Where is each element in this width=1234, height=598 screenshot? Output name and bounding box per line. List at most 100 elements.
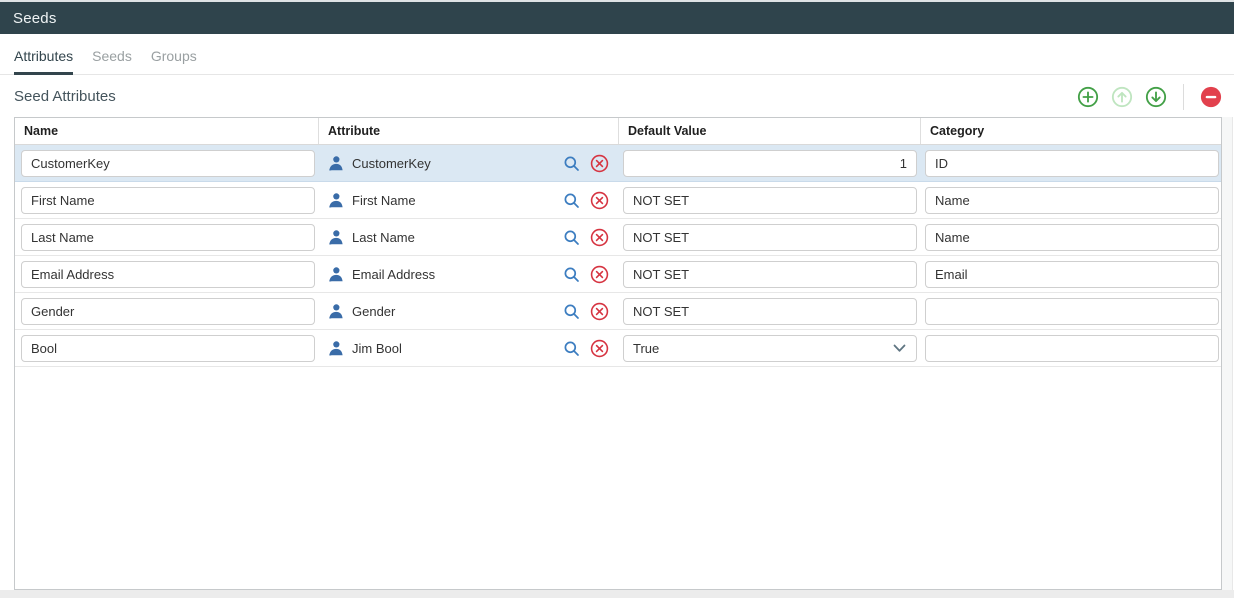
attribute-cell: Gender bbox=[319, 293, 619, 329]
category-input[interactable] bbox=[925, 187, 1219, 214]
column-header-category: Category bbox=[921, 118, 1221, 144]
table-row[interactable]: Gender bbox=[15, 293, 1221, 330]
attribute-label: Gender bbox=[352, 304, 395, 319]
attribute-label: First Name bbox=[352, 193, 416, 208]
add-attribute-button[interactable] bbox=[1077, 86, 1099, 108]
attributes-toolbar bbox=[1077, 84, 1222, 110]
default-value-select[interactable]: True bbox=[623, 335, 917, 362]
table-row[interactable]: First Name bbox=[15, 182, 1221, 219]
toolbar-divider bbox=[1183, 84, 1184, 110]
attribute-cell: Jim Bool bbox=[319, 330, 619, 366]
scrollbar-gutter[interactable] bbox=[1222, 117, 1233, 590]
tab-groups[interactable]: Groups bbox=[151, 48, 197, 75]
window-titlebar: Seeds bbox=[0, 2, 1234, 34]
chevron-down-icon bbox=[893, 344, 906, 353]
category-input[interactable] bbox=[925, 298, 1219, 325]
attribute-cell: CustomerKey bbox=[319, 145, 619, 181]
remove-circle-icon bbox=[1200, 86, 1222, 108]
clear-attribute-button[interactable] bbox=[590, 339, 609, 358]
tab-attributes[interactable]: Attributes bbox=[14, 48, 73, 75]
search-icon bbox=[562, 265, 581, 284]
add-circle-icon bbox=[1077, 86, 1099, 108]
attribute-label: CustomerKey bbox=[352, 156, 431, 171]
name-cell bbox=[15, 330, 319, 366]
section-bar: Seed Attributes bbox=[0, 75, 1234, 115]
search-icon bbox=[562, 191, 581, 210]
category-cell bbox=[921, 256, 1221, 292]
default-value-input[interactable] bbox=[623, 224, 917, 251]
attribute-name-input[interactable] bbox=[21, 261, 315, 288]
search-attribute-button[interactable] bbox=[562, 302, 581, 321]
search-attribute-button[interactable] bbox=[562, 191, 581, 210]
move-down-button[interactable] bbox=[1145, 86, 1167, 108]
category-input[interactable] bbox=[925, 261, 1219, 288]
section-title: Seed Attributes bbox=[14, 88, 116, 105]
name-cell bbox=[15, 182, 319, 218]
person-icon bbox=[327, 303, 344, 320]
table-row[interactable]: Email Address bbox=[15, 256, 1221, 293]
person-icon bbox=[327, 266, 344, 283]
column-header-attribute: Attribute bbox=[319, 118, 619, 144]
clear-attribute-button[interactable] bbox=[590, 154, 609, 173]
clear-attribute-icon bbox=[590, 154, 609, 173]
default-value-cell bbox=[619, 219, 921, 255]
move-up-button[interactable] bbox=[1111, 86, 1133, 108]
default-value-input[interactable] bbox=[623, 187, 917, 214]
attribute-name-input[interactable] bbox=[21, 298, 315, 325]
clear-attribute-icon bbox=[590, 302, 609, 321]
category-input[interactable] bbox=[925, 335, 1219, 362]
default-value-input[interactable] bbox=[623, 261, 917, 288]
search-attribute-button[interactable] bbox=[562, 339, 581, 358]
move-up-circle-icon bbox=[1111, 86, 1133, 108]
attribute-label: Last Name bbox=[352, 230, 415, 245]
clear-attribute-icon bbox=[590, 339, 609, 358]
bottom-strip bbox=[0, 590, 1234, 598]
default-value-cell bbox=[619, 145, 921, 181]
search-attribute-button[interactable] bbox=[562, 154, 581, 173]
clear-attribute-icon bbox=[590, 265, 609, 284]
name-cell bbox=[15, 293, 319, 329]
attribute-name-input[interactable] bbox=[21, 224, 315, 251]
column-header-default-value: Default Value bbox=[619, 118, 921, 144]
attribute-name-input[interactable] bbox=[21, 335, 315, 362]
category-input[interactable] bbox=[925, 224, 1219, 251]
clear-attribute-button[interactable] bbox=[590, 228, 609, 247]
column-header-name: Name bbox=[15, 118, 319, 144]
name-cell bbox=[15, 256, 319, 292]
remove-attribute-button[interactable] bbox=[1200, 86, 1222, 108]
default-value-selected-option: True bbox=[633, 341, 659, 356]
clear-attribute-icon bbox=[590, 191, 609, 210]
window-title: Seeds bbox=[13, 10, 57, 27]
category-cell bbox=[921, 293, 1221, 329]
clear-attribute-icon bbox=[590, 228, 609, 247]
table-row[interactable]: Last Name bbox=[15, 219, 1221, 256]
name-cell bbox=[15, 145, 319, 181]
clear-attribute-button[interactable] bbox=[590, 302, 609, 321]
clear-attribute-button[interactable] bbox=[590, 191, 609, 210]
default-value-cell bbox=[619, 256, 921, 292]
table-row[interactable]: Jim Bool True bbox=[15, 330, 1221, 367]
attributes-grid: Name Attribute Default Value Category Cu… bbox=[14, 117, 1222, 590]
table-row[interactable]: CustomerKey bbox=[15, 145, 1221, 182]
attribute-cell: Email Address bbox=[319, 256, 619, 292]
default-value-input[interactable] bbox=[623, 150, 917, 177]
tab-seeds[interactable]: Seeds bbox=[92, 48, 132, 75]
attribute-cell: Last Name bbox=[319, 219, 619, 255]
search-attribute-button[interactable] bbox=[562, 265, 581, 284]
category-cell bbox=[921, 219, 1221, 255]
tab-bar: Attributes Seeds Groups bbox=[0, 34, 1234, 75]
attributes-grid-zone: Name Attribute Default Value Category Cu… bbox=[14, 117, 1234, 590]
attribute-name-input[interactable] bbox=[21, 187, 315, 214]
category-input[interactable] bbox=[925, 150, 1219, 177]
default-value-cell bbox=[619, 293, 921, 329]
name-cell bbox=[15, 219, 319, 255]
default-value-cell: True bbox=[619, 330, 921, 366]
category-cell bbox=[921, 182, 1221, 218]
search-icon bbox=[562, 228, 581, 247]
default-value-input[interactable] bbox=[623, 298, 917, 325]
search-attribute-button[interactable] bbox=[562, 228, 581, 247]
person-icon bbox=[327, 155, 344, 172]
clear-attribute-button[interactable] bbox=[590, 265, 609, 284]
attribute-name-input[interactable] bbox=[21, 150, 315, 177]
search-icon bbox=[562, 154, 581, 173]
